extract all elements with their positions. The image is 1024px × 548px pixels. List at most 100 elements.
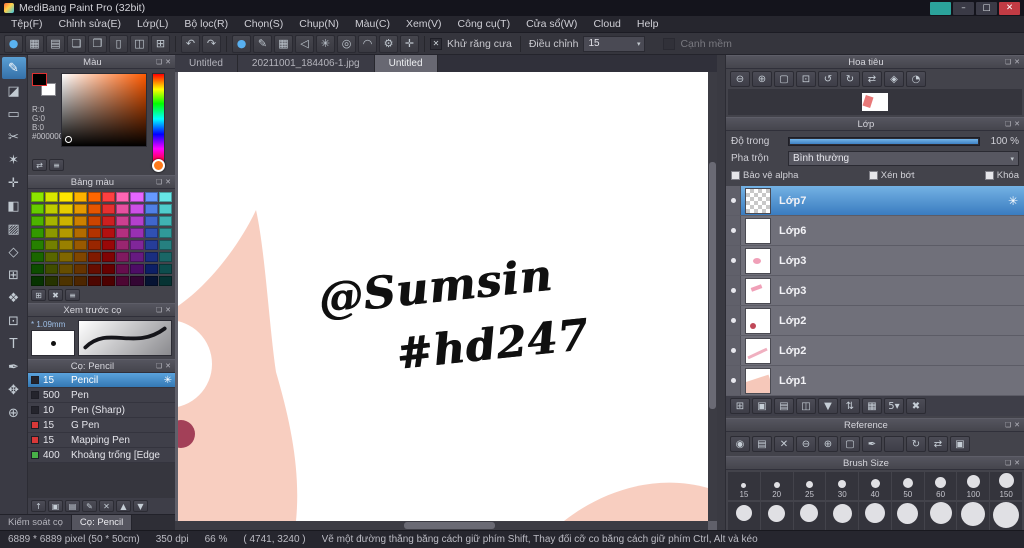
text-tool[interactable]: T bbox=[2, 333, 26, 355]
layer-row[interactable]: Lớp3 bbox=[726, 246, 1024, 276]
palette-swatch[interactable] bbox=[158, 252, 172, 262]
hue-marker[interactable] bbox=[152, 159, 165, 172]
palette-swatch[interactable] bbox=[87, 264, 101, 274]
snap-off-icon[interactable]: ● bbox=[232, 34, 251, 53]
nav-zoom-fit-icon[interactable]: ▢ bbox=[774, 71, 794, 87]
palette-swatch[interactable] bbox=[31, 228, 45, 238]
palette-swatch[interactable] bbox=[101, 204, 116, 214]
brush-size-option[interactable] bbox=[728, 502, 760, 530]
panel-close-icon[interactable] bbox=[165, 362, 171, 370]
palette-swatch[interactable] bbox=[59, 192, 73, 202]
palette-swatch[interactable] bbox=[144, 264, 158, 274]
zoom-tool[interactable]: ⊕ bbox=[2, 402, 26, 424]
select-tool[interactable]: ▭ bbox=[2, 103, 26, 125]
merge-down-icon[interactable]: ▼ bbox=[818, 398, 838, 414]
lock-checkbox[interactable] bbox=[984, 171, 994, 180]
ref-zoom-out-icon[interactable]: ⊖ bbox=[796, 436, 816, 452]
palette-swatch[interactable] bbox=[59, 228, 73, 238]
brush-settings-icon[interactable] bbox=[164, 375, 172, 386]
brush-size-option[interactable]: 30 bbox=[826, 472, 859, 500]
eyedropper-tool[interactable]: ✒ bbox=[2, 356, 26, 378]
brush-size-option[interactable] bbox=[859, 502, 891, 530]
add-color-icon[interactable]: ⊞ bbox=[31, 289, 46, 301]
menu-item[interactable]: Lớp(L) bbox=[129, 16, 176, 32]
horizontal-scroll-thumb[interactable] bbox=[404, 522, 495, 529]
brush-row[interactable]: 500 Pen bbox=[28, 388, 175, 403]
palette-swatch[interactable] bbox=[144, 252, 158, 262]
brush-up-icon[interactable]: ▲ bbox=[116, 500, 131, 512]
palette-swatch[interactable] bbox=[158, 264, 172, 274]
hue-slider[interactable] bbox=[152, 73, 165, 165]
palette-swatch[interactable] bbox=[87, 192, 101, 202]
brush-size-option[interactable]: 60 bbox=[924, 472, 957, 500]
palette-swatch[interactable] bbox=[59, 204, 73, 214]
panel-popout-icon[interactable] bbox=[156, 178, 162, 186]
save-icon[interactable]: ▦ bbox=[25, 34, 44, 53]
reference-button[interactable] bbox=[884, 436, 904, 452]
menu-item[interactable]: Cloud bbox=[585, 16, 628, 32]
palette-swatch[interactable] bbox=[144, 240, 158, 250]
palette-swatch[interactable] bbox=[59, 216, 73, 226]
palette-swatch[interactable] bbox=[144, 276, 158, 286]
palette-swatch[interactable] bbox=[45, 228, 59, 238]
palette-swatch[interactable] bbox=[31, 240, 45, 250]
panel-close-icon[interactable] bbox=[1014, 120, 1020, 128]
palette-swatch[interactable] bbox=[130, 240, 144, 250]
palette-swatch[interactable] bbox=[59, 240, 73, 250]
color-swatches[interactable] bbox=[32, 73, 60, 101]
nav-flip-icon[interactable]: ⇄ bbox=[862, 71, 882, 87]
layer-visibility-toggle[interactable] bbox=[726, 186, 741, 215]
palette-swatch[interactable] bbox=[87, 228, 101, 238]
brush-size-option[interactable] bbox=[990, 502, 1023, 530]
palette-swatch[interactable] bbox=[31, 252, 45, 262]
document-tab[interactable]: Untitled bbox=[374, 55, 438, 72]
duplicate-layer-icon[interactable]: ◫ bbox=[796, 398, 816, 414]
color-menu-icon[interactable]: ≡ bbox=[49, 159, 64, 171]
layer-row[interactable]: Lớp2 bbox=[726, 336, 1024, 366]
palette-swatch[interactable] bbox=[101, 192, 116, 202]
palette-swatch[interactable] bbox=[130, 204, 144, 214]
menu-item[interactable]: Cửa sổ(W) bbox=[518, 16, 585, 32]
add-brush-icon[interactable]: ↑ bbox=[31, 500, 46, 512]
pages-icon[interactable]: ◫ bbox=[130, 34, 149, 53]
vertical-scrollbar[interactable] bbox=[708, 72, 717, 521]
panel-close-icon[interactable] bbox=[165, 178, 171, 186]
palette-swatch[interactable] bbox=[31, 204, 45, 214]
delete-layer-icon[interactable]: ✖ bbox=[906, 398, 926, 414]
blend-dropdown[interactable]: Bình thường bbox=[788, 151, 1019, 166]
palette-swatch[interactable] bbox=[158, 192, 172, 202]
add-layer-icon[interactable]: ⊞ bbox=[730, 398, 750, 414]
eraser-tool[interactable]: ◪ bbox=[2, 80, 26, 102]
panel-close-icon[interactable] bbox=[1014, 58, 1020, 66]
document-tab[interactable]: 20211001_184406-1.jpg bbox=[237, 55, 375, 72]
palette-swatch[interactable] bbox=[101, 228, 116, 238]
palette-swatch[interactable] bbox=[87, 240, 101, 250]
panel-popout-icon[interactable] bbox=[156, 306, 162, 314]
palette-swatch[interactable] bbox=[87, 276, 101, 286]
palette-swatch[interactable] bbox=[144, 216, 158, 226]
layer-visibility-toggle[interactable] bbox=[726, 336, 741, 365]
menu-item[interactable]: Chỉnh sửa(E) bbox=[51, 16, 129, 32]
new-brush-icon[interactable]: ▣ bbox=[48, 500, 63, 512]
brush-size-option[interactable] bbox=[891, 502, 924, 530]
ref-eyedropper-icon[interactable]: ✒ bbox=[862, 436, 882, 452]
lasso-tool[interactable]: ✂ bbox=[2, 126, 26, 148]
fill-tool[interactable]: ◧ bbox=[2, 195, 26, 217]
stamp-tool[interactable]: ❖ bbox=[2, 287, 26, 309]
nav-reset-icon[interactable]: ◈ bbox=[884, 71, 904, 87]
palette-swatch[interactable] bbox=[130, 216, 144, 226]
ref-zoom-fit-icon[interactable]: ▢ bbox=[840, 436, 860, 452]
layer-depth-icon[interactable]: 5▾ bbox=[884, 398, 904, 414]
ref-reset-icon[interactable]: ▣ bbox=[950, 436, 970, 452]
document-tab[interactable]: Untitled bbox=[175, 55, 238, 72]
new-layer-icon[interactable]: ▣ bbox=[752, 398, 772, 414]
clipboard-icon[interactable]: ▤ bbox=[46, 34, 65, 53]
divide-tool[interactable]: ⊞ bbox=[2, 264, 26, 286]
brush-down-icon[interactable]: ▼ bbox=[133, 500, 148, 512]
maximize-button[interactable]: □ bbox=[976, 1, 997, 15]
layer-row[interactable]: Lớp1 bbox=[726, 366, 1024, 396]
palette-swatch[interactable] bbox=[144, 204, 158, 214]
palette-swatch[interactable] bbox=[45, 252, 59, 262]
panel-close-icon[interactable] bbox=[165, 58, 171, 66]
palette-swatch[interactable] bbox=[45, 264, 59, 274]
